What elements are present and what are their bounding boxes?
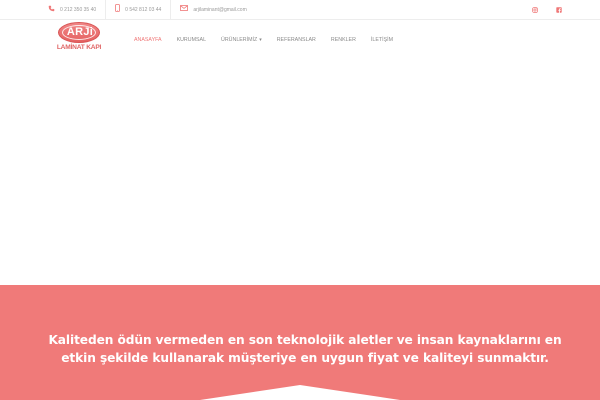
facebook-icon[interactable] [552,3,566,17]
chevron-down-icon: ▾ [259,37,262,43]
phone-icon [48,5,55,15]
phone-contact[interactable]: 0 212 350 35 40 [0,0,107,20]
hero-slider-area [0,60,600,285]
top-contact-bar: 0 212 350 35 40 0 542 812 03 44 arjilami… [0,0,600,20]
logo-subtitle: LAMİNAT KAPI [56,44,102,51]
envelope-icon [180,5,189,14]
mission-statement: Kaliteden ödün vermeden en son teknoloji… [40,331,570,367]
site-logo[interactable]: ARJi LAMİNAT KAPI [52,22,106,58]
logo-badge: ARJi [58,22,100,43]
email-contact[interactable]: arjilaminant@gmail.com [171,0,255,20]
logo-brand-text: ARJi [66,26,94,38]
nav-item-kurumsal[interactable]: KURUMSAL [177,37,206,43]
email-text: arjilaminant@gmail.com [193,6,247,13]
site-header: ARJi LAMİNAT KAPI ANASAYFA KURUMSAL ÜRÜN… [0,20,600,60]
main-nav: ANASAYFA KURUMSAL ÜRÜNLERİMİZ ▾ REFERANSL… [134,20,408,60]
phone-text: 0 212 350 35 40 [60,6,97,13]
nav-item-iletisim[interactable]: İLETİŞİM [371,37,393,43]
nav-item-urunlerimiz[interactable]: ÜRÜNLERİMİZ ▾ [221,37,262,43]
banner-notch [200,385,400,400]
mission-line-2: etkin şekilde kullanarak müşteriye en uy… [61,351,549,365]
nav-item-anasayfa[interactable]: ANASAYFA [134,37,162,43]
mobile-icon [115,4,120,15]
social-links [518,0,600,20]
mission-banner: Kaliteden ödün vermeden en son teknoloji… [0,285,600,400]
mission-line-1: Kaliteden ödün vermeden en son teknoloji… [48,333,562,347]
nav-item-referanslar[interactable]: REFERANSLAR [277,37,316,43]
mobile-contact[interactable]: 0 542 812 03 44 [106,0,172,20]
mobile-text: 0 542 812 03 44 [125,6,162,13]
instagram-icon[interactable] [528,3,542,17]
page: 0 212 350 35 40 0 542 812 03 44 arjilami… [0,0,600,400]
nav-item-renkler[interactable]: RENKLER [331,37,356,43]
